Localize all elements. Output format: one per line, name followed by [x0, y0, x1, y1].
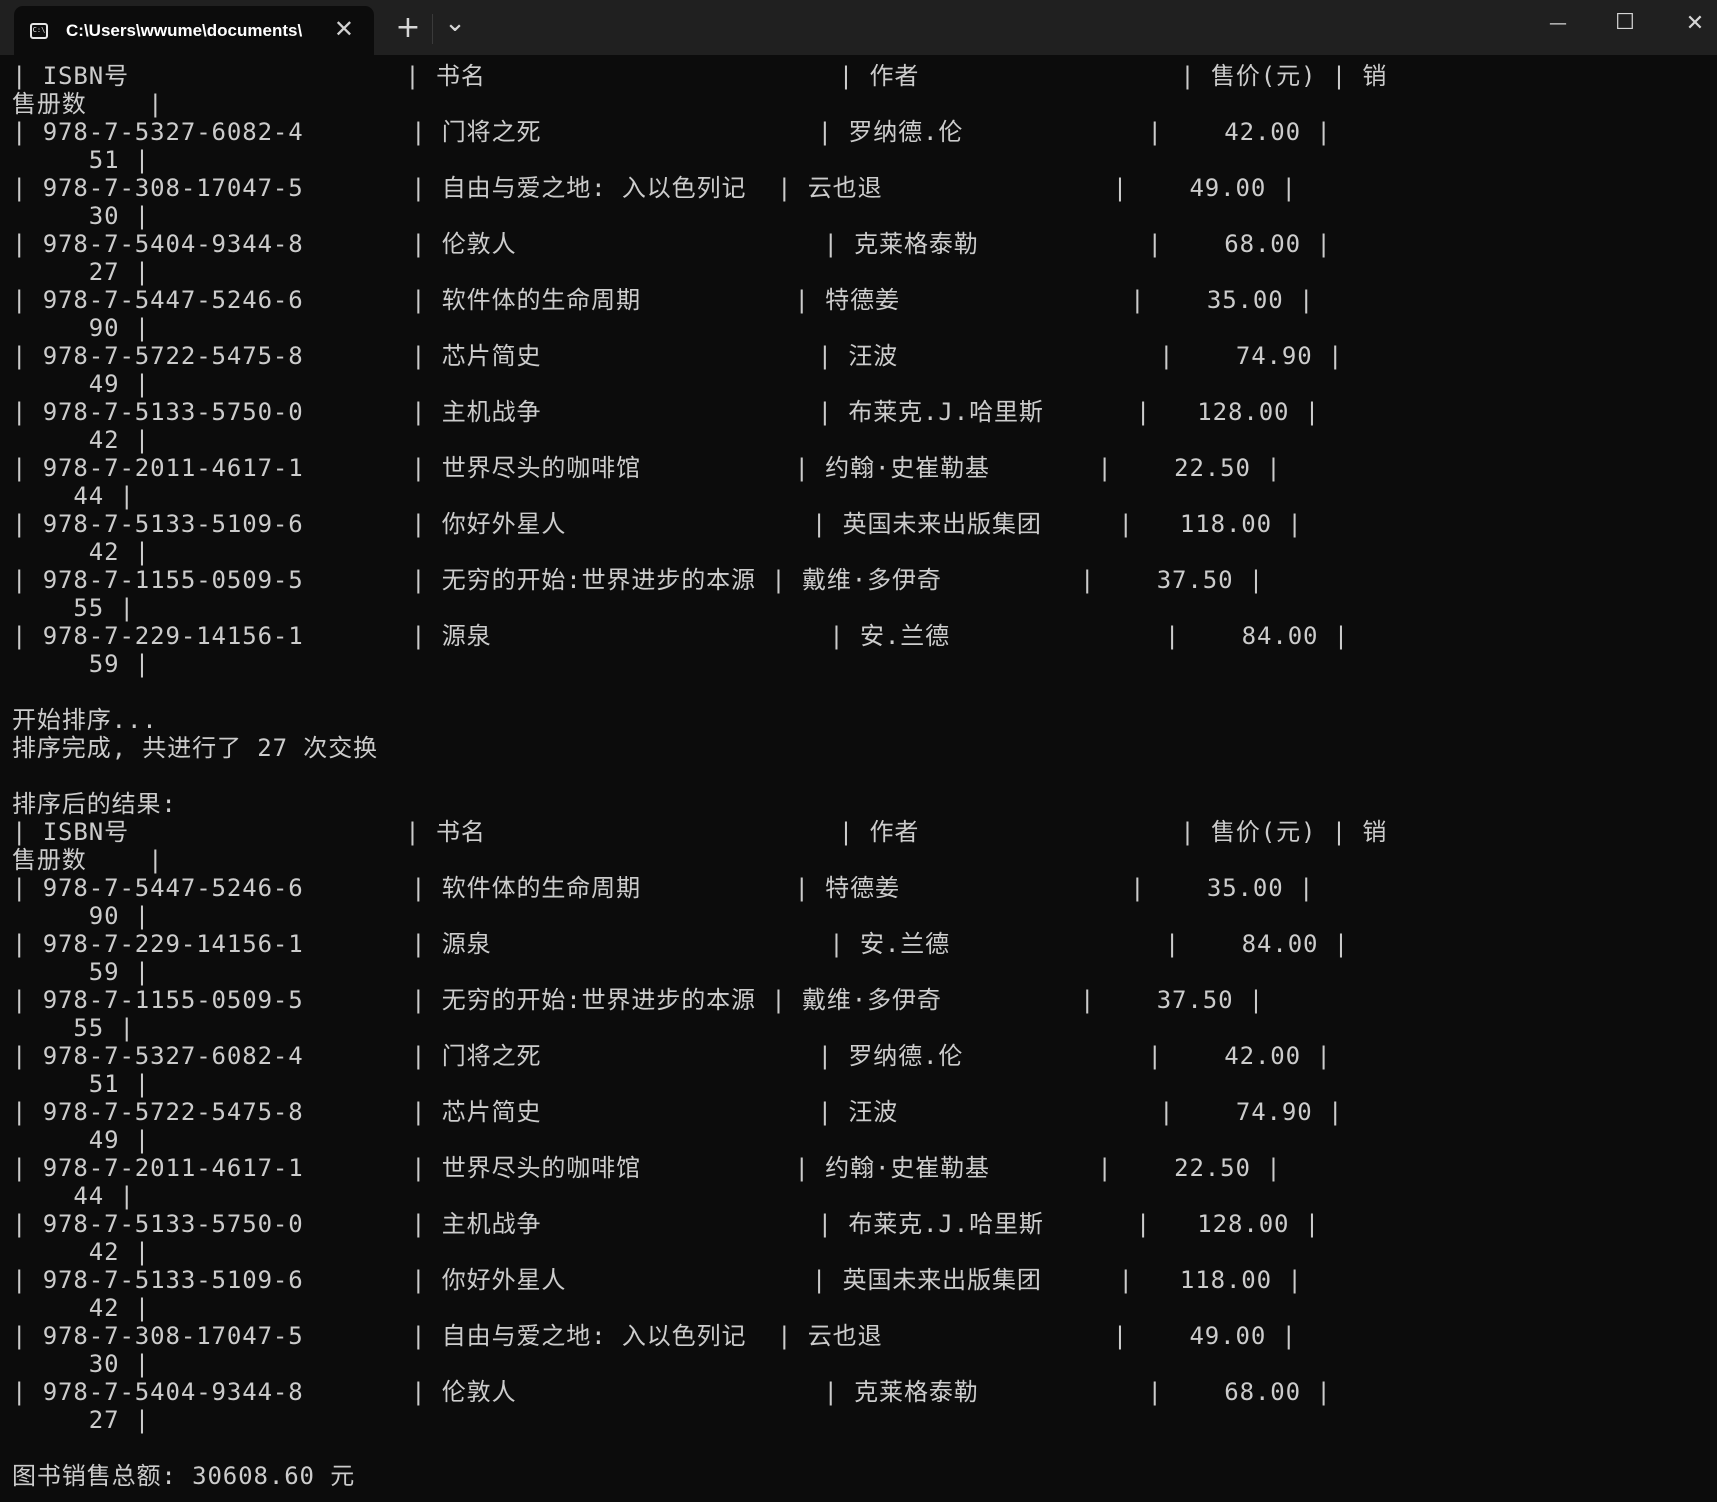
close-tab-icon[interactable]: ✕ — [334, 16, 354, 44]
terminal-line: 55 | — [12, 1014, 135, 1042]
terminal-line: | 978-7-5722-5475-8 | 芯片简史 | 汪波 | 74.90 … — [12, 342, 1344, 370]
terminal-line: | 978-7-5327-6082-4 | 门将之死 | 罗纳德.伦 | 42.… — [12, 1042, 1332, 1070]
terminal-line: | 978-7-1155-0509-5 | 无穷的开始:世界进步的本源 | 戴维… — [12, 986, 1265, 1014]
terminal-line: 售册数 | — [12, 846, 164, 874]
terminal-line: | 978-7-308-17047-5 | 自由与爱之地: 入以色列记 | 云也… — [12, 174, 1297, 202]
terminal-line: 49 | — [12, 370, 151, 398]
terminal-icon: C:\ — [30, 22, 48, 39]
terminal-line: | 978-7-5722-5475-8 | 芯片简史 | 汪波 | 74.90 … — [12, 1098, 1344, 1126]
terminal-line: | 978-7-1155-0509-5 | 无穷的开始:世界进步的本源 | 戴维… — [12, 566, 1265, 594]
terminal-line: | 978-7-5133-5750-0 | 主机战争 | 布莱克.J.哈里斯 |… — [12, 1210, 1321, 1238]
terminal-line: 42 | — [12, 538, 151, 566]
terminal-output[interactable]: | ISBN号 | 书名 | 作者 | 售价(元) | 销售册数 | | 978-… — [12, 62, 1387, 1490]
terminal-line: 42 | — [12, 1294, 151, 1322]
terminal-line: | 978-7-5447-5246-6 | 软件体的生命周期 | 特德姜 | 3… — [12, 874, 1315, 902]
terminal-line: | 978-7-5404-9344-8 | 伦敦人 | 克莱格泰勒 | 68.0… — [12, 1378, 1332, 1406]
terminal-line: | 978-7-5447-5246-6 | 软件体的生命周期 | 特德姜 | 3… — [12, 286, 1315, 314]
terminal-line: | 978-7-5133-5109-6 | 你好外星人 | 英国未来出版集团 |… — [12, 510, 1303, 538]
terminal-line: | 978-7-5133-5750-0 | 主机战争 | 布莱克.J.哈里斯 |… — [12, 398, 1321, 426]
close-window-button[interactable]: ✕ — [1675, 9, 1715, 39]
terminal-line: 图书销售总额: 30608.60 元 — [12, 1462, 356, 1490]
terminal-line: 27 | — [12, 1406, 151, 1434]
terminal-line: 44 | — [12, 1182, 135, 1210]
terminal-line: 排序后的结果: — [12, 790, 177, 818]
chevron-down-icon[interactable]: ⌄ — [440, 8, 470, 38]
terminal-line: | ISBN号 | 书名 | 作者 | 售价(元) | 销 — [12, 818, 1388, 846]
terminal-line: 42 | — [12, 1238, 151, 1266]
title-bar: C:\ C:\Users\wwume\documents\ ✕ + ⌄ — ☐ … — [0, 0, 1717, 55]
new-tab-button[interactable]: + — [392, 13, 424, 43]
terminal-line: 开始排序... — [12, 706, 158, 734]
terminal-line: 55 | — [12, 594, 135, 622]
terminal-tab[interactable]: C:\ C:\Users\wwume\documents\ ✕ — [14, 6, 374, 55]
terminal-line: 42 | — [12, 426, 151, 454]
terminal-line: 售册数 | — [12, 90, 164, 118]
tab-title: C:\Users\wwume\documents\ — [66, 20, 303, 40]
terminal-line: 90 | — [12, 902, 151, 930]
terminal-line: 30 | — [12, 1350, 151, 1378]
terminal-line: 排序完成, 共进行了 27 次交换 — [12, 734, 378, 762]
terminal-line: 59 | — [12, 958, 151, 986]
terminal-line: 44 | — [12, 482, 135, 510]
tab-separator — [432, 14, 433, 44]
minimize-button[interactable]: — — [1538, 10, 1578, 38]
terminal-line: | 978-7-308-17047-5 | 自由与爱之地: 入以色列记 | 云也… — [12, 1322, 1297, 1350]
terminal-line: 90 | — [12, 314, 151, 342]
terminal-line: 51 | — [12, 1070, 151, 1098]
terminal-line: | 978-7-5327-6082-4 | 门将之死 | 罗纳德.伦 | 42.… — [12, 118, 1332, 146]
terminal-line: 59 | — [12, 650, 151, 678]
terminal-line: | 978-7-5133-5109-6 | 你好外星人 | 英国未来出版集团 |… — [12, 1266, 1303, 1294]
terminal-line: | 978-7-2011-4617-1 | 世界尽头的咖啡馆 | 约翰·史崔勒基… — [12, 454, 1282, 482]
terminal-line: | 978-7-229-14156-1 | 源泉 | 安.兰德 | 84.00 … — [12, 622, 1350, 650]
terminal-line: | 978-7-5404-9344-8 | 伦敦人 | 克莱格泰勒 | 68.0… — [12, 230, 1332, 258]
terminal-line: | 978-7-229-14156-1 | 源泉 | 安.兰德 | 84.00 … — [12, 930, 1350, 958]
terminal-line: | 978-7-2011-4617-1 | 世界尽头的咖啡馆 | 约翰·史崔勒基… — [12, 1154, 1282, 1182]
terminal-line: 27 | — [12, 258, 151, 286]
terminal-line: 51 | — [12, 146, 151, 174]
terminal-line: 49 | — [12, 1126, 151, 1154]
terminal-line: 30 | — [12, 202, 151, 230]
maximize-button[interactable]: ☐ — [1605, 8, 1645, 38]
terminal-line: | ISBN号 | 书名 | 作者 | 售价(元) | 销 — [12, 62, 1388, 90]
